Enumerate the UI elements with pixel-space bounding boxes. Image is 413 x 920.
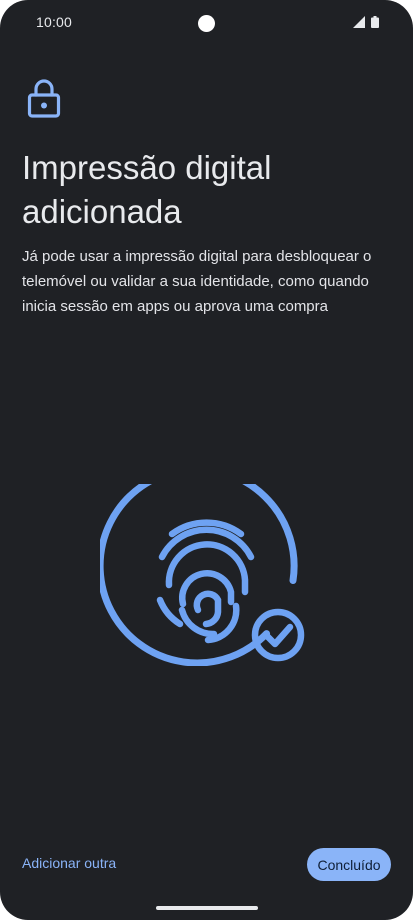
signal-icon (353, 16, 365, 28)
lock-icon (27, 79, 61, 118)
phone-screen: 10:00 Impressão digital adicionada Já po… (0, 0, 413, 920)
page-title: Impressão digital adicionada (22, 149, 272, 230)
camera-cutout (198, 15, 215, 32)
description-text: Já pode usar a impressão digital para de… (22, 248, 372, 315)
battery-icon (371, 16, 379, 28)
fingerprint-check-icon (100, 484, 305, 666)
status-bar: 10:00 (0, 0, 413, 48)
add-another-button[interactable]: Adicionar outra (22, 855, 116, 871)
done-button[interactable]: Concluído (307, 848, 391, 881)
status-icons (353, 16, 379, 28)
status-time: 10:00 (36, 14, 73, 30)
navigation-handle[interactable] (156, 906, 258, 910)
